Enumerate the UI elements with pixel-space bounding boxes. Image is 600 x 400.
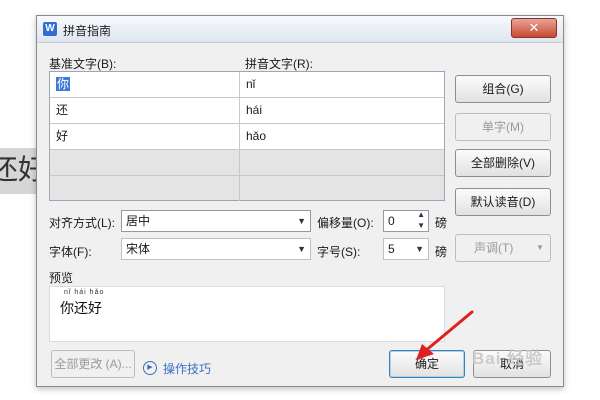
- pinyin-text-cell[interactable]: hǎo: [240, 124, 444, 149]
- chevron-down-icon: ▼: [297, 244, 306, 254]
- preview-text: 你还好: [60, 300, 102, 316]
- title-bar[interactable]: W 拼音指南 ✕: [37, 16, 563, 43]
- table-row: [50, 150, 444, 176]
- single-char-button[interactable]: 单字(M): [455, 113, 551, 141]
- pinyin-text-cell[interactable]: hái: [240, 98, 444, 123]
- table-row[interactable]: 还 hái: [50, 98, 444, 124]
- base-text-cell: [50, 176, 240, 201]
- preview-box: nǐ hái hǎo 你还好: [49, 286, 445, 342]
- base-text-cell[interactable]: 你: [50, 72, 240, 97]
- default-reading-button[interactable]: 默认读音(D): [455, 188, 551, 216]
- pinyin-table: 你 nǐ 还 hái 好 hǎo: [49, 71, 445, 201]
- table-row[interactable]: 好 hǎo: [50, 124, 444, 150]
- size-value: 5: [388, 242, 395, 256]
- tone-dropdown-button[interactable]: 声调(T) ▼: [455, 234, 551, 262]
- preview-label: 预览: [49, 271, 74, 285]
- table-row[interactable]: 你 nǐ: [50, 72, 444, 98]
- size-label: 字号(S):: [317, 245, 361, 259]
- size-unit: 磅: [435, 245, 448, 259]
- preview-pinyin: nǐ hái hǎo: [64, 289, 105, 296]
- pinyin-text-cell[interactable]: nǐ: [240, 72, 444, 97]
- chevron-down-icon: ▼: [297, 216, 306, 226]
- base-text-cell[interactable]: 还: [50, 98, 240, 123]
- wps-writer-icon: W: [43, 22, 57, 36]
- base-text-cell: [50, 150, 240, 175]
- font-label: 字体(F):: [49, 245, 92, 259]
- table-row: [50, 176, 444, 201]
- pinyin-text-cell: [240, 176, 444, 201]
- offset-value: 0: [388, 214, 395, 228]
- background-document-text: 还好: [0, 148, 38, 194]
- chevron-down-icon: ▼: [536, 243, 544, 252]
- group-button[interactable]: 组合(G): [455, 75, 551, 103]
- offset-unit: 磅: [435, 216, 448, 230]
- offset-label: 偏移量(O):: [317, 216, 374, 230]
- align-select[interactable]: 居中 ▼: [121, 210, 311, 232]
- align-label: 对齐方式(L):: [49, 216, 116, 230]
- tips-link[interactable]: 操作技巧: [163, 360, 211, 377]
- change-all-button[interactable]: 全部更改 (A)...: [51, 350, 135, 378]
- size-select[interactable]: 5 ▼: [383, 238, 429, 260]
- pinyin-text-header: 拼音文字(R):: [245, 57, 313, 71]
- close-button[interactable]: ✕: [511, 18, 557, 38]
- delete-all-button[interactable]: 全部删除(V): [455, 149, 551, 177]
- font-select[interactable]: 宋体 ▼: [121, 238, 311, 260]
- play-icon[interactable]: ▶: [143, 361, 157, 375]
- align-value: 居中: [126, 214, 151, 228]
- font-value: 宋体: [126, 242, 151, 256]
- watermark: Bai 经验: [472, 349, 544, 368]
- dialog-title: 拼音指南: [63, 24, 112, 38]
- chevron-down-icon: ▼: [415, 244, 424, 254]
- tone-label: 声调(T): [474, 241, 514, 255]
- spin-arrows-icon[interactable]: ▲ ▼: [417, 209, 425, 231]
- base-text-header: 基准文字(B):: [49, 57, 117, 71]
- pinyin-text-cell: [240, 150, 444, 175]
- offset-stepper[interactable]: 0 ▲ ▼: [383, 210, 429, 232]
- base-text-cell[interactable]: 好: [50, 124, 240, 149]
